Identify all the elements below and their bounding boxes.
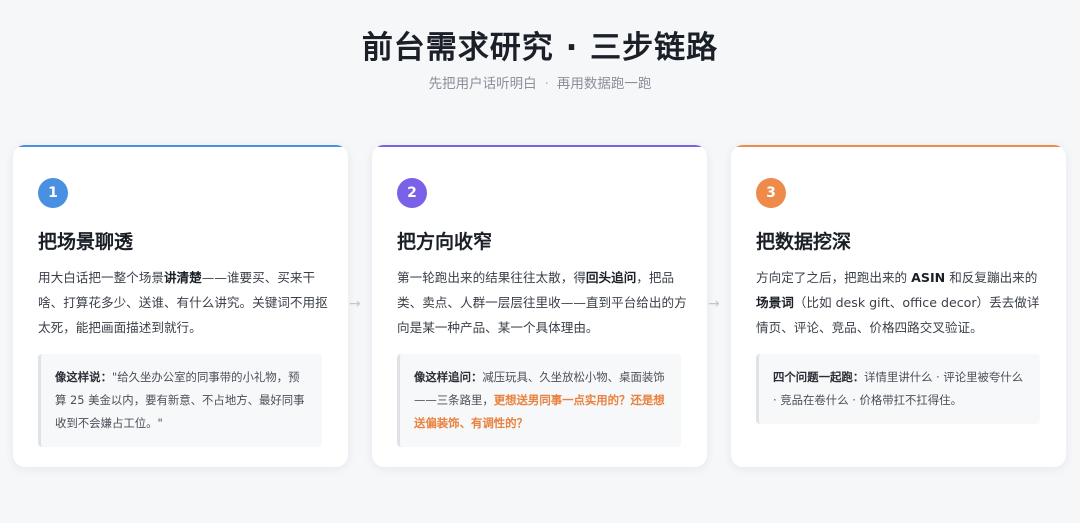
desc-bold: 场景词 [756,295,794,310]
desc-bold: 讲清楚 [163,270,202,285]
quote-lead: 像这样说： [55,370,112,384]
step-description: 方向定了之后，把跑出来的 ASIN 和反复蹦出来的场景词（比如 desk gif… [756,265,1046,340]
desc-text: 方向定了之后，把跑出来的 [756,270,912,285]
subtitle-left: 先把用户话听明白 [428,76,537,92]
step-number-badge: 1 [38,178,68,208]
step-title: 把方向收窄 [397,231,493,253]
example-quote: 四个问题一起跑：详情里讲什么 · 评论里被夸什么 · 竞品在卷什么 · 价格带扛… [756,354,1040,424]
desc-text: 第一轮跑出来的结果往往太散，得 [397,270,586,285]
card-accent-line [731,145,1066,147]
subtitle-separator: · [544,76,549,92]
step-number-badge: 3 [756,178,786,208]
step-card-3: 3 把数据挖深 方向定了之后，把跑出来的 ASIN 和反复蹦出来的场景词（比如 … [731,145,1066,467]
example-quote: 像这样说："给久坐办公室的同事带的小礼物，预算 25 美金以内，要有新意、不占地… [38,354,322,447]
page-subtitle: 先把用户话听明白 · 再用数据跑一跑 [0,72,1080,92]
card-accent-line [372,145,707,147]
step-title: 把数据挖深 [756,231,852,253]
quote-lead: 像这样追问： [414,370,483,384]
desc-text: 和反复蹦出来的 [945,270,1038,285]
subtitle-right: 再用数据跑一跑 [556,76,652,92]
step-description: 第一轮跑出来的结果往往太散，得回头追问，把品类、卖点、人群一层层往里收——直到平… [397,265,687,340]
quote-lead: 四个问题一起跑： [773,370,865,384]
step-number-badge: 2 [397,178,427,208]
desc-text: 用大白话把一整个场景 [38,270,164,285]
step-title: 把场景聊透 [38,231,134,253]
step-description: 用大白话把一整个场景讲清楚——谁要买、买来干啥、打算花多少、送谁、有什么讲究。关… [38,265,328,340]
card-accent-line [13,145,348,147]
step-card-2: 2 把方向收窄 第一轮跑出来的结果往往太散，得回头追问，把品类、卖点、人群一层层… [372,145,707,467]
arrow-right-icon: → [349,296,361,312]
page-title: 前台需求研究 · 三步链路 [361,30,719,66]
desc-text: （比如 desk gift、office decor）丢去做详情页、评论、竞品、… [756,295,1040,335]
desc-bold: ASIN [911,270,946,285]
step-card-1: 1 把场景聊透 用大白话把一整个场景讲清楚——谁要买、买来干啥、打算花多少、送谁… [13,145,348,467]
example-quote: 像这样追问：减压玩具、久坐放松小物、桌面装饰——三条路里，更想送男同事一点实用的… [397,354,681,447]
arrow-right-icon: → [708,296,720,312]
desc-bold: 回头追问 [585,270,637,285]
